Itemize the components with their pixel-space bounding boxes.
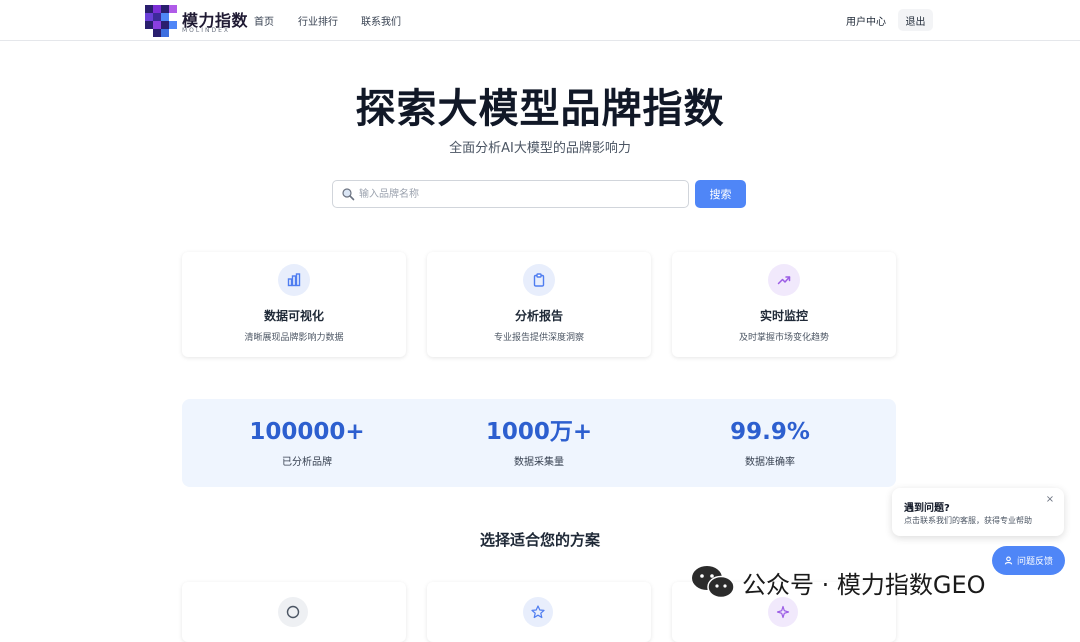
feature-card-report: 分析报告 专业报告提供深度洞察 [427,252,651,357]
page-title: 探索大模型品牌指数 [355,86,725,132]
top-navbar: 模力指数 MOLINDEX 首页 行业排行 联系我们 用户中心 退出 [0,0,1080,41]
logo-subtext: MOLINDEX [182,27,231,34]
feature-card-visualization: 数据可视化 清晰展现品牌影响力数据 [182,252,406,357]
search-icon [342,188,355,201]
stat-item: 100000+ 已分析品牌 [188,417,426,468]
stat-value: 99.9% [730,419,810,445]
nav-home[interactable]: 首页 [254,13,274,28]
search-input[interactable] [357,182,679,206]
wechat-icon [692,566,735,599]
bar-chart-icon [278,264,310,296]
star-icon [523,597,553,627]
feedback-button[interactable]: 问题反馈 [992,546,1065,575]
stat-item: 1000万+ 数据采集量 [420,417,658,468]
trending-up-icon [768,264,800,296]
clipboard-icon [523,264,555,296]
page-subtitle: 全面分析AI大模型的品牌影响力 [449,141,631,156]
feature-card-monitoring: 实时监控 及时掌握市场变化趋势 [672,252,896,357]
sparkle-icon [768,597,798,627]
feedback-label: 问题反馈 [1016,557,1053,567]
feature-title: 数据可视化 [263,309,324,323]
search-box [332,180,689,208]
help-description[interactable]: 点击联系我们的客服，获得专业帮助 [904,515,1032,526]
plan-card-pro[interactable] [427,582,651,642]
stat-label: 已分析品牌 [282,457,332,468]
user-icon [1004,556,1013,565]
plan-card-basic[interactable] [182,582,406,642]
stat-value: 100000+ [249,419,365,445]
stat-value: 1000万+ [485,419,593,445]
logout-button[interactable]: 退出 [898,9,933,31]
close-icon[interactable]: × [1044,494,1056,506]
stats-panel: 100000+ 已分析品牌 1000万+ 数据采集量 99.9% 数据准确率 [182,399,896,487]
feature-desc: 及时掌握市场变化趋势 [738,333,829,343]
user-center-link[interactable]: 用户中心 [846,13,886,28]
nav-industry-ranking[interactable]: 行业排行 [298,13,338,28]
watermark-text: 公众号 · 模力指数GEO [742,571,986,599]
stat-label: 数据采集量 [514,457,564,468]
logo[interactable]: 模力指数 MOLINDEX [145,5,248,37]
circle-icon [278,597,308,627]
feature-desc: 清晰展现品牌影响力数据 [244,333,344,343]
help-popup: 遇到问题? 点击联系我们的客服，获得专业帮助 × [892,488,1064,536]
search-button[interactable]: 搜索 [695,180,746,208]
stat-item: 99.9% 数据准确率 [651,417,889,468]
nav-contact-us[interactable]: 联系我们 [361,13,401,28]
feature-title: 实时监控 [759,309,808,323]
help-title: 遇到问题? [904,503,950,514]
stat-label: 数据准确率 [745,457,795,468]
logo-mark-icon [145,5,177,37]
feature-title: 分析报告 [514,309,563,323]
feature-desc: 专业报告提供深度洞察 [493,333,584,343]
